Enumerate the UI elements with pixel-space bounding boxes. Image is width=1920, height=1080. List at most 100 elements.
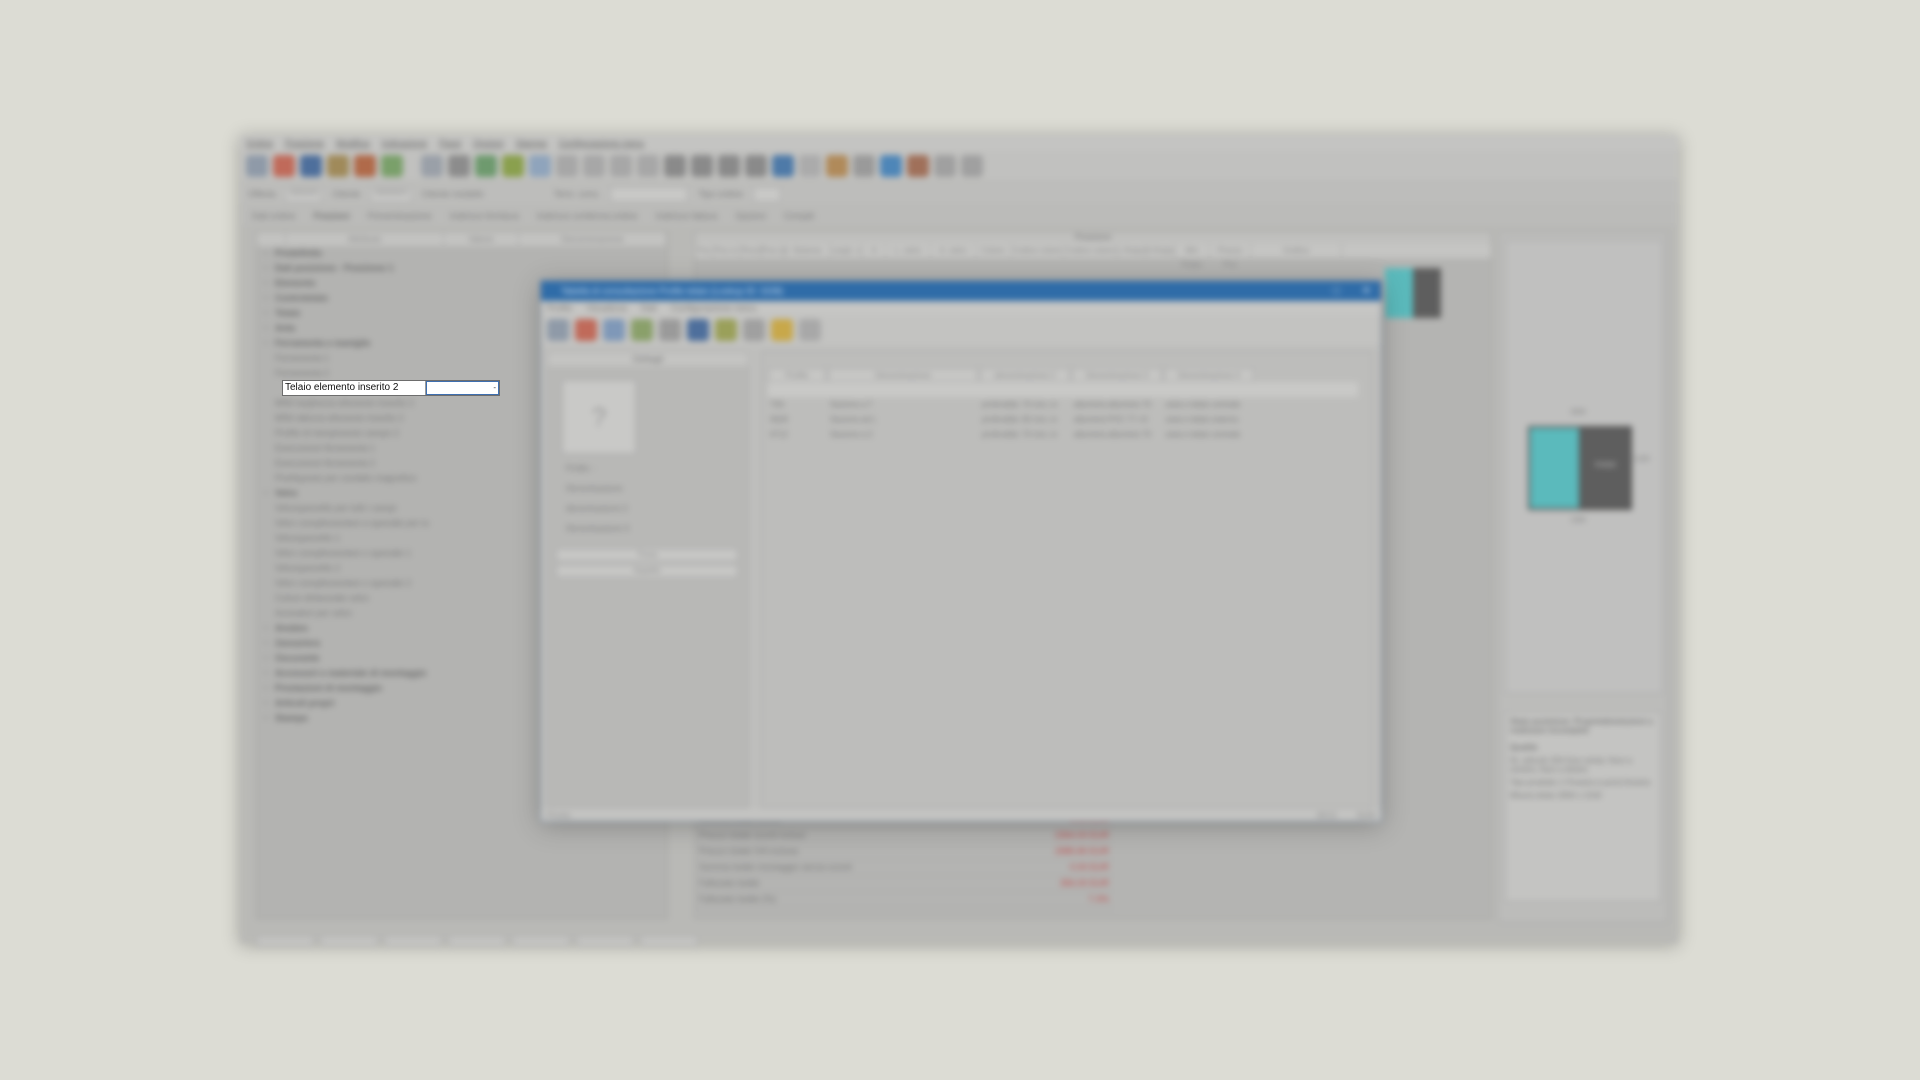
col-profilo[interactable]: Profilo — [768, 368, 826, 382]
close-icon[interactable]: ✕ — [1362, 281, 1371, 301]
expand-icon[interactable]: + — [257, 621, 275, 636]
bottom-tab[interactable] — [512, 935, 570, 947]
positions-column-header[interactable]: Prezzo Pos — [1210, 244, 1251, 269]
toolbar-icon[interactable] — [502, 155, 524, 177]
attribute-value[interactable] — [465, 666, 545, 681]
attribute-value[interactable] — [465, 351, 545, 366]
positions-column-header[interactable]: A.Rulpo — [1146, 244, 1175, 258]
positions-column-header[interactable]: Sistema — [785, 244, 830, 258]
table-row[interactable]: 6628 Sezione ad L profondità: 60 mm, in all… — [768, 412, 1358, 427]
filter-icon[interactable] — [934, 155, 956, 177]
attribute-row[interactable]: + Predefinito — [257, 246, 667, 261]
toolbar-icon[interactable] — [745, 155, 767, 177]
table-row[interactable] — [768, 382, 1358, 397]
expand-icon[interactable]: + — [257, 321, 275, 336]
toolbar-icon[interactable] — [637, 155, 659, 177]
attribute-value[interactable] — [465, 711, 545, 726]
toolbar-icon[interactable] — [547, 319, 569, 341]
toolbar-icon[interactable] — [475, 155, 497, 177]
positions-column-header[interactable]: Pos.Lis — [762, 244, 788, 258]
refresh-icon[interactable] — [381, 155, 403, 177]
cliente-field[interactable]: 000000/0 — [370, 186, 412, 202]
toolbar-icon[interactable] — [448, 155, 470, 177]
positions-column-header[interactable]: L.Rulpo — [1117, 244, 1146, 258]
tipo-ordine-field[interactable] — [752, 186, 781, 202]
positions-column-header[interactable]: Codice colore — [1064, 244, 1117, 258]
bottom-tab[interactable] — [320, 935, 378, 947]
toolbar-icon[interactable] — [610, 155, 632, 177]
table-row[interactable]: 6712 Sezione a Z profondità: 70 mm, in allu… — [768, 427, 1358, 442]
toolbar-icon[interactable] — [529, 155, 551, 177]
attribute-value[interactable] — [465, 261, 545, 276]
toolbar-icon[interactable] — [327, 155, 349, 177]
attribute-value[interactable] — [465, 471, 545, 486]
col-denominazione-3[interactable]: Denominazione 3 — [1072, 368, 1162, 382]
attribute-value[interactable] — [465, 321, 545, 336]
expand-icon[interactable]: + — [257, 246, 275, 261]
globe-icon[interactable] — [772, 155, 794, 177]
sync-icon[interactable] — [880, 155, 902, 177]
edit-icon[interactable] — [743, 319, 765, 341]
attribute-row[interactable]: + Dati posizione - Posizione 1 — [257, 261, 667, 276]
document-icon[interactable] — [799, 319, 821, 341]
save-icon[interactable] — [300, 155, 322, 177]
menu-configurazione[interactable]: Configurazione menu — [559, 138, 645, 148]
attribute-value[interactable] — [465, 306, 545, 321]
attribute-value[interactable] — [465, 486, 545, 501]
attribute-value[interactable] — [465, 696, 545, 711]
positions-column-header[interactable]: Pos — [695, 244, 714, 258]
attribute-value[interactable] — [465, 336, 545, 351]
dialog-menu-configurazione[interactable]: Configurazione menu — [671, 303, 757, 313]
table-row[interactable]: T56 Sezione a T profondità: 70 mm, in allum… — [768, 397, 1358, 412]
attribute-value[interactable] — [465, 291, 545, 306]
col-denominazione-4[interactable]: Denominazione 4 — [1164, 368, 1254, 382]
expand-icon[interactable]: + — [257, 336, 275, 351]
positions-column-header[interactable]: L. vetro — [886, 244, 931, 258]
toolbar-icon[interactable] — [718, 155, 740, 177]
positions-column-header[interactable]: A — [863, 244, 886, 258]
table-icon[interactable] — [603, 319, 625, 341]
expand-icon[interactable]: + — [257, 696, 275, 711]
menu-stampa[interactable]: Stampa — [516, 138, 547, 148]
menu-indicazione[interactable]: Indicazione — [382, 138, 428, 148]
attribute-value[interactable] — [465, 651, 545, 666]
expand-icon[interactable]: + — [257, 291, 275, 306]
chevron-down-icon[interactable]: - — [493, 383, 496, 392]
attribute-value[interactable] — [465, 516, 545, 531]
stop-icon[interactable] — [273, 155, 295, 177]
expand-icon[interactable]: + — [257, 261, 275, 276]
attribute-value[interactable] — [465, 606, 545, 621]
bottom-tab[interactable] — [640, 935, 698, 947]
positions-column-header[interactable]: Largh. o — [830, 244, 863, 258]
expand-icon[interactable]: + — [257, 711, 275, 726]
col-denominazione-2[interactable]: denominazione 2 — [980, 368, 1070, 382]
attribute-value[interactable] — [465, 576, 545, 591]
stop-icon[interactable] — [575, 319, 597, 341]
expand-icon[interactable]: + — [257, 636, 275, 651]
image-icon[interactable] — [631, 319, 653, 341]
attribute-value[interactable] — [465, 396, 545, 411]
col-valore[interactable]: Valore — [444, 232, 519, 246]
maximize-icon[interactable]: □ — [1333, 281, 1340, 301]
attribute-value[interactable] — [465, 546, 545, 561]
attribute-value[interactable] — [465, 441, 545, 456]
expand-icon[interactable]: + — [257, 651, 275, 666]
positions-column-header[interactable]: Grafica — [1251, 244, 1342, 258]
expand-icon[interactable]: + — [257, 681, 275, 696]
section-trova[interactable]: Trova — [556, 548, 738, 562]
attribute-value[interactable] — [465, 411, 545, 426]
col-denominazione[interactable]: Denominazione — [519, 232, 667, 246]
menu-modifica[interactable]: Modifica — [336, 138, 370, 148]
toolbar-icon[interactable] — [961, 155, 983, 177]
attribute-value[interactable] — [465, 636, 545, 651]
offerta-field[interactable]: 0000/00 — [285, 186, 323, 202]
tab-dati-ordine[interactable]: Dati ordine — [252, 211, 296, 221]
tab-opzioni[interactable]: Opzioni — [735, 211, 766, 221]
info-icon[interactable] — [853, 155, 875, 177]
toolbar-icon[interactable] — [715, 319, 737, 341]
positions-column-header[interactable]: Pezzi — [741, 244, 762, 258]
attribute-value[interactable] — [465, 366, 545, 381]
toolbar-icon[interactable] — [799, 155, 821, 177]
attribute-value[interactable] — [465, 456, 545, 471]
positions-column-header[interactable]: Pos or. — [714, 244, 741, 258]
